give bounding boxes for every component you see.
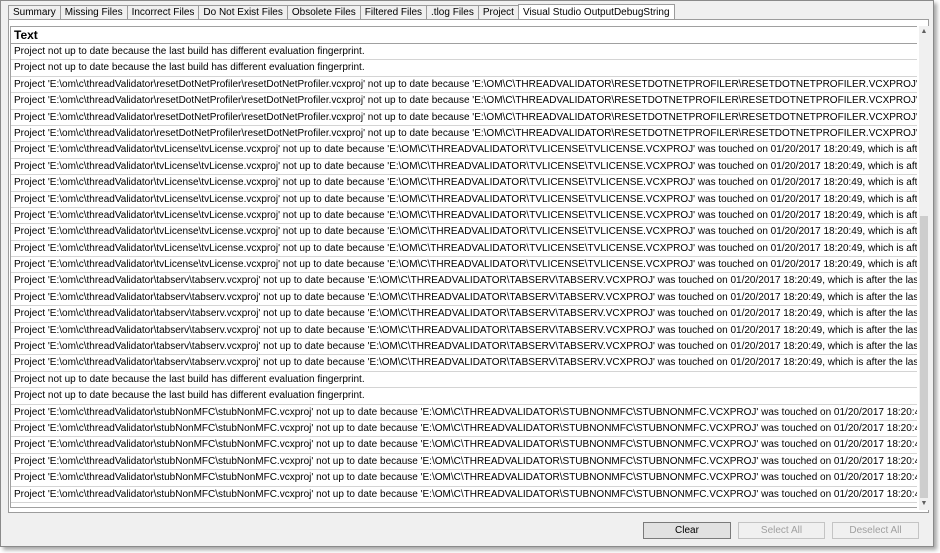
column-header-text[interactable]: Text: [11, 27, 917, 44]
table-row[interactable]: Project 'E:\om\c\threadValidator\resetDo…: [11, 110, 917, 126]
deselect-all-button[interactable]: Deselect All: [832, 522, 919, 539]
output-window: Summary Missing Files Incorrect Files Do…: [0, 0, 934, 547]
tab-do-not-exist-files[interactable]: Do Not Exist Files: [198, 5, 287, 20]
tab-incorrect-files[interactable]: Incorrect Files: [126, 5, 199, 20]
table-row[interactable]: Project not up to date because the last …: [11, 60, 917, 77]
table-row[interactable]: Project 'E:\om\c\threadValidator\stubNon…: [11, 454, 917, 471]
triangle-up-icon[interactable]: ▲: [919, 26, 929, 38]
tab-missing-files[interactable]: Missing Files: [59, 5, 127, 20]
output-grid: Text Project not up to date because the …: [10, 26, 917, 508]
tab-obsolete-files[interactable]: Obsolete Files: [286, 5, 360, 20]
table-row[interactable]: Project 'E:\om\c\threadValidator\tvLicen…: [11, 192, 917, 208]
table-row[interactable]: Project 'E:\om\c\threadValidator\stubNon…: [11, 405, 917, 421]
table-row[interactable]: Project 'E:\om\c\threadValidator\tabserv…: [11, 290, 917, 307]
tab-summary[interactable]: Summary: [8, 5, 60, 20]
table-row[interactable]: Project 'E:\om\c\threadValidator\stubNon…: [11, 487, 917, 503]
table-row[interactable]: Project 'E:\om\c\threadValidator\tvLicen…: [11, 257, 917, 274]
table-row[interactable]: Project 'E:\om\c\threadValidator\resetDo…: [11, 77, 917, 94]
tab-bar: Summary Missing Files Incorrect Files Do…: [8, 3, 675, 21]
table-row[interactable]: Project 'E:\om\c\threadValidator\resetDo…: [11, 126, 917, 143]
table-row[interactable]: Project 'E:\om\c\threadValidator\tvLicen…: [11, 241, 917, 258]
table-row[interactable]: Project 'E:\om\c\threadValidator\tvLicen…: [11, 159, 917, 176]
grid-body: Project not up to date because the last …: [11, 44, 917, 503]
tab-panel: Text Project not up to date because the …: [8, 19, 929, 513]
table-row[interactable]: Project not up to date because the last …: [11, 372, 917, 389]
table-row[interactable]: Project 'E:\om\c\threadValidator\tvLicen…: [11, 224, 917, 241]
table-row[interactable]: Project not up to date because the last …: [11, 388, 917, 405]
clear-button[interactable]: Clear: [643, 522, 731, 539]
triangle-down-icon[interactable]: ▼: [919, 498, 929, 510]
table-row[interactable]: Project 'E:\om\c\threadValidator\tabserv…: [11, 339, 917, 356]
table-row[interactable]: Project 'E:\om\c\threadValidator\tabserv…: [11, 273, 917, 290]
table-row[interactable]: Project 'E:\om\c\threadValidator\tvLicen…: [11, 142, 917, 159]
tab-project[interactable]: Project: [477, 5, 518, 20]
table-row[interactable]: Project 'E:\om\c\threadValidator\tabserv…: [11, 323, 917, 340]
tab-filtered-files[interactable]: Filtered Files: [359, 5, 427, 20]
table-row[interactable]: Project 'E:\om\c\threadValidator\tvLicen…: [11, 208, 917, 225]
table-row[interactable]: Project 'E:\om\c\threadValidator\tvLicen…: [11, 175, 917, 192]
select-all-button[interactable]: Select All: [738, 522, 825, 539]
vertical-scrollbar[interactable]: ▲ ▼: [919, 26, 929, 510]
table-row[interactable]: Project 'E:\om\c\threadValidator\stubNon…: [11, 421, 917, 438]
tab-tlog-files[interactable]: .tlog Files: [426, 5, 478, 20]
table-row[interactable]: Project 'E:\om\c\threadValidator\stubNon…: [11, 437, 917, 454]
table-row[interactable]: Project not up to date because the last …: [11, 44, 917, 61]
table-row[interactable]: Project 'E:\om\c\threadValidator\tabserv…: [11, 306, 917, 323]
table-row[interactable]: Project 'E:\om\c\threadValidator\resetDo…: [11, 93, 917, 110]
table-row[interactable]: Project 'E:\om\c\threadValidator\tabserv…: [11, 355, 917, 372]
scrollbar-thumb[interactable]: [920, 216, 928, 498]
table-row[interactable]: Project 'E:\om\c\threadValidator\stubNon…: [11, 470, 917, 487]
